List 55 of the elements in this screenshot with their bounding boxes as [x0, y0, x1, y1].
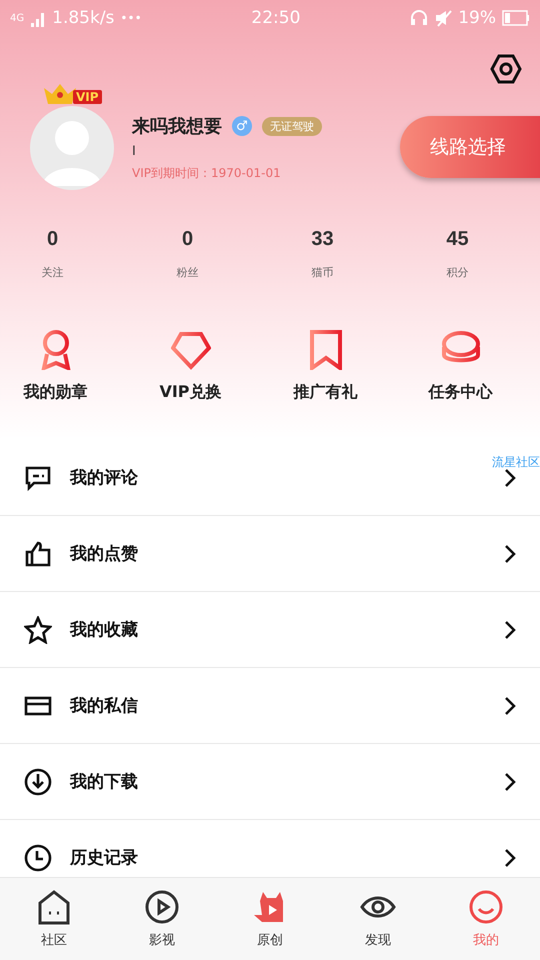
menu-row[interactable]: 我的私信: [0, 668, 540, 744]
more-indicator: •••: [120, 11, 142, 25]
network-speed: 1.85k/s: [52, 8, 114, 28]
chevron-right-icon: [504, 544, 516, 564]
stat-label: 关注: [42, 265, 64, 280]
stat-label: 粉丝: [176, 265, 198, 280]
chevron-right-icon: [504, 468, 516, 488]
nav-tab[interactable]: 社区: [0, 878, 108, 960]
menu-row[interactable]: 我的下载: [0, 744, 540, 820]
menu-row[interactable]: 我的收藏: [0, 592, 540, 668]
chevron-right-icon: [504, 772, 516, 792]
menu-label: 我的收藏: [70, 619, 139, 641]
stat-value: 0: [46, 228, 58, 251]
headphones-icon: [410, 9, 428, 27]
chevron-right-icon: [504, 620, 516, 640]
menu-label: 历史记录: [70, 847, 139, 869]
gender-badge: ♂: [232, 116, 252, 136]
download-icon: [24, 768, 52, 796]
nav-tab[interactable]: 发现: [324, 878, 432, 960]
stat-value: 33: [311, 228, 334, 251]
chevron-right-icon: [504, 848, 516, 868]
bio-text: I: [132, 144, 136, 159]
stat-value: 45: [446, 228, 469, 251]
smile-icon: [468, 889, 504, 925]
username: 来吗我想要: [132, 115, 222, 138]
settings-icon[interactable]: [490, 54, 522, 84]
diamond-icon: [170, 330, 210, 370]
thumbs-up-icon: [24, 540, 52, 568]
star-icon: [24, 616, 52, 644]
menu-label: 我的点赞: [70, 543, 139, 565]
menu-label: 我的下载: [70, 771, 139, 793]
chevron-right-icon: [504, 696, 516, 716]
menu-label: 我的私信: [70, 695, 139, 717]
menu-row[interactable]: 我的点赞: [0, 516, 540, 592]
vip-badge: VIP: [73, 90, 102, 104]
home-icon: [36, 889, 72, 925]
bookmark-icon: [310, 330, 342, 370]
battery-icon: [502, 10, 530, 26]
medal-icon: [38, 330, 72, 370]
stat-label: 猫币: [312, 265, 334, 280]
vip-expiry: VIP到期时间：1970-01-01: [132, 165, 282, 182]
battery-percent: 19%: [458, 8, 496, 28]
stat-label: 积分: [446, 265, 468, 280]
nav-tab[interactable]: 影视: [108, 878, 216, 960]
stat-value: 0: [182, 228, 194, 251]
menu-label: 我的评论: [70, 467, 139, 489]
mute-icon: [434, 9, 452, 27]
clock-icon: [24, 844, 52, 872]
title-tag: 无证驾驶: [262, 116, 322, 136]
clock: 22:50: [251, 8, 300, 28]
play-circle-icon: [144, 889, 180, 925]
crown-icon: [42, 82, 78, 106]
network-type: 4G: [10, 12, 24, 24]
nav-tab[interactable]: 原创: [216, 878, 324, 960]
comment-icon: [24, 464, 52, 492]
